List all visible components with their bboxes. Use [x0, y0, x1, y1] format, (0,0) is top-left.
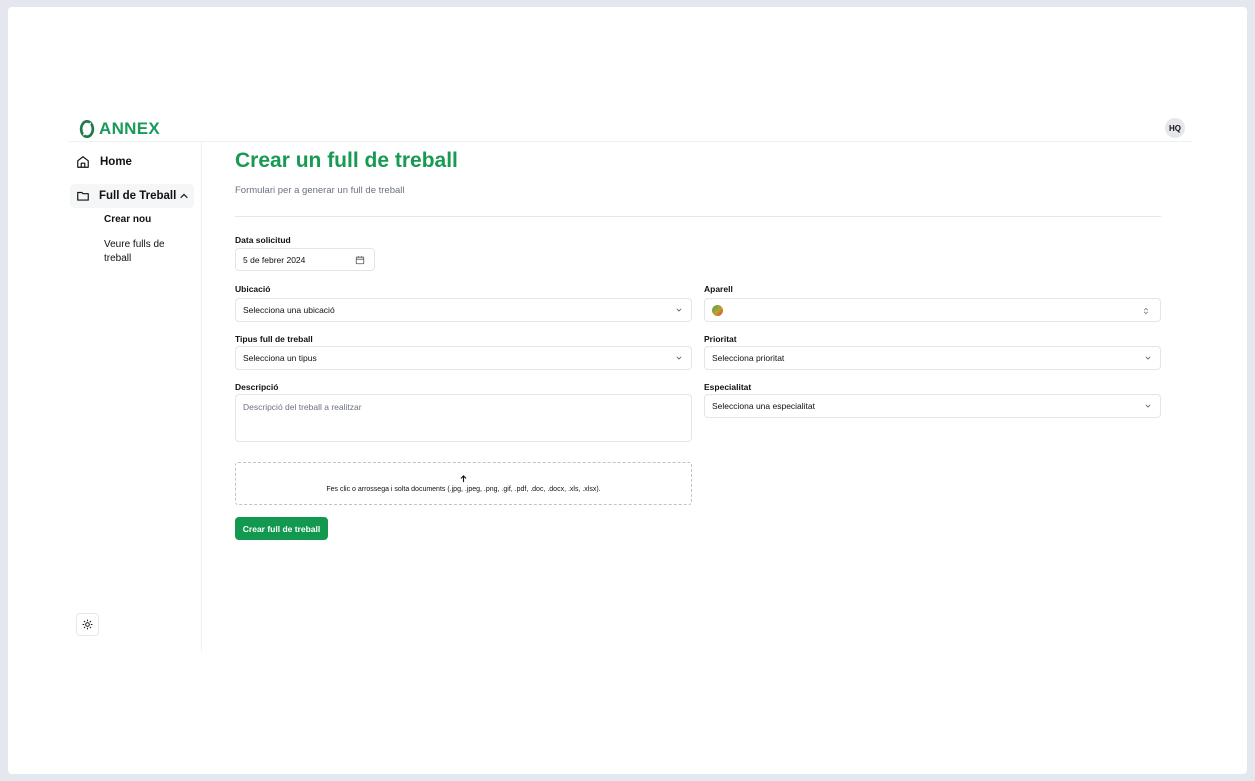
sidebar-item-label: Full de Treball	[99, 190, 177, 202]
device-status-dot	[712, 304, 723, 316]
description-textarea[interactable]: Descripció del treball a realitzar	[235, 394, 692, 442]
chevron-down-icon	[676, 356, 682, 360]
date-label: Data solicitud	[235, 235, 291, 245]
type-select[interactable]: Selecciona un tipus	[235, 346, 692, 370]
sidebar-item-full-de-treball[interactable]: Full de Treball	[70, 184, 194, 208]
logo-mark-icon	[79, 120, 95, 138]
device-select[interactable]	[704, 298, 1161, 322]
sidebar-item-home[interactable]: Home	[76, 153, 132, 171]
location-select[interactable]: Selecciona una ubicació	[235, 298, 692, 322]
chevron-up-icon[interactable]	[178, 190, 190, 202]
specialty-select[interactable]: Selecciona una especialitat	[704, 394, 1161, 418]
logo[interactable]: ANNEX	[78, 119, 160, 139]
create-worksheet-button[interactable]: Crear full de treball	[235, 517, 328, 540]
app-window	[8, 7, 1247, 774]
logo-text: ANNEX	[99, 119, 161, 138]
description-label: Descripció	[235, 382, 279, 392]
home-icon	[77, 156, 89, 168]
device-label: Aparell	[704, 284, 733, 294]
chevron-down-icon	[1145, 356, 1151, 360]
priority-label: Prioritat	[704, 334, 737, 344]
location-label: Ubicació	[235, 284, 271, 294]
chevron-down-icon	[676, 308, 682, 312]
title-divider	[235, 216, 1161, 217]
priority-value: Selecciona prioritat	[712, 353, 785, 363]
type-value: Selecciona un tipus	[243, 353, 317, 363]
description-placeholder: Descripció del treball a realitzar	[243, 402, 362, 412]
sidebar-subitem-veure-fulls[interactable]: Veure fulls de treball	[104, 238, 184, 266]
dropzone-text: Fes clic o arrossega i solta documents (…	[326, 486, 601, 493]
specialty-label: Especialitat	[704, 382, 752, 392]
sidebar-divider	[201, 142, 202, 652]
header-divider	[68, 141, 1193, 142]
sun-icon	[82, 619, 93, 630]
page-title: Crear un full de treball	[235, 149, 458, 172]
page-subtitle: Formulari per a generar un full de treba…	[235, 185, 405, 196]
date-picker[interactable]: 5 de febrer 2024	[235, 248, 375, 271]
sidebar-item-label: Home	[100, 156, 132, 168]
date-value: 5 de febrer 2024	[243, 254, 306, 265]
type-label: Tipus full de treball	[235, 334, 313, 344]
file-dropzone[interactable]: Fes clic o arrossega i solta documents (…	[235, 462, 692, 505]
avatar[interactable]: HQ	[1165, 118, 1185, 138]
specialty-value: Selecciona una especialitat	[712, 401, 816, 411]
arrow-up-icon	[460, 475, 467, 483]
chevrons-up-down-icon	[1143, 307, 1149, 315]
location-value: Selecciona una ubicació	[243, 305, 335, 315]
sidebar-subitem-crear-nou[interactable]: Crear nou	[104, 214, 151, 225]
calendar-icon	[355, 256, 365, 265]
folder-icon	[77, 191, 89, 201]
theme-toggle-button[interactable]	[76, 613, 99, 636]
chevron-down-icon	[1145, 404, 1151, 408]
priority-select[interactable]: Selecciona prioritat	[704, 346, 1161, 370]
